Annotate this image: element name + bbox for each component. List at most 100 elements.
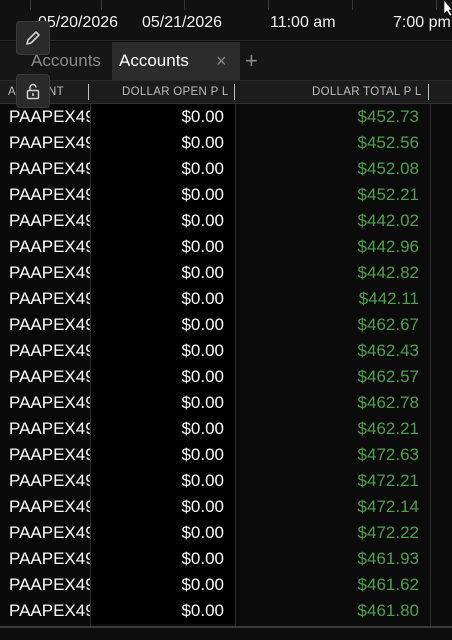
empty-cell <box>431 338 452 364</box>
dollar-open-pl-cell: $0.00 <box>91 520 235 546</box>
dollar-total-pl-cell: $472.22 <box>236 520 430 546</box>
table-row[interactable]: PAAPEX49 $0.00 $442.96 <box>0 234 452 260</box>
lock-toggle-button[interactable] <box>16 74 50 108</box>
table-row[interactable]: PAAPEX49 $0.00 $461.93 <box>0 546 452 572</box>
close-tab-icon[interactable]: × <box>216 42 227 80</box>
dollar-total-pl-cell: $442.82 <box>236 260 430 286</box>
dollar-total-pl-cell: $462.43 <box>236 338 430 364</box>
dollar-open-pl-cell: $0.00 <box>91 442 235 468</box>
account-cell: PAAPEX49 <box>0 312 90 338</box>
table-row[interactable]: PAAPEX49 $0.00 $442.82 <box>0 260 452 286</box>
timeline-date: 05/20/2026 <box>38 14 119 31</box>
empty-cell <box>431 520 452 546</box>
column-header-dollar-open-pl[interactable]: DOLLAR OPEN P L <box>122 81 229 103</box>
timeline-date-strip: 05/20/2026 05/21/2026 11:00 am 7:00 pm <box>0 0 452 41</box>
empty-cell <box>431 442 452 468</box>
account-cell: PAAPEX49 <box>0 442 90 468</box>
timeline-tick <box>184 0 185 10</box>
dollar-open-pl-cell: $0.00 <box>91 130 235 156</box>
table-row[interactable]: PAAPEX49 $0.00 $442.02 <box>0 208 452 234</box>
dollar-total-pl-cell: $442.11 <box>236 286 430 312</box>
account-cell: PAAPEX49 <box>0 260 90 286</box>
table-row[interactable]: PAAPEX49 $0.00 $452.73 <box>0 104 452 130</box>
dollar-total-pl-cell: $461.93 <box>236 546 430 572</box>
empty-cell <box>431 286 452 312</box>
table-row[interactable]: PAAPEX49 $0.00 $462.67 <box>0 312 452 338</box>
dollar-total-pl-cell: $461.80 <box>236 598 430 624</box>
dollar-open-pl-cell: $0.00 <box>91 390 235 416</box>
panel-bottom-border <box>0 626 452 628</box>
dollar-open-pl-cell: $0.00 <box>91 312 235 338</box>
dollar-total-pl-cell: $452.08 <box>236 156 430 182</box>
dollar-open-pl-cell: $0.00 <box>91 598 235 624</box>
dollar-total-pl-cell: $462.21 <box>236 416 430 442</box>
empty-cell <box>431 260 452 286</box>
table-row[interactable]: PAAPEX49 $0.00 $452.56 <box>0 130 452 156</box>
dollar-open-pl-cell: $0.00 <box>91 364 235 390</box>
timeline-tick <box>101 0 102 10</box>
dollar-open-pl-cell: $0.00 <box>91 156 235 182</box>
timeline-tick <box>268 0 269 10</box>
empty-cell <box>431 416 452 442</box>
dollar-total-pl-cell: $462.67 <box>236 312 430 338</box>
unlock-icon <box>26 83 40 100</box>
dollar-open-pl-cell: $0.00 <box>91 104 235 130</box>
dollar-open-pl-cell: $0.00 <box>91 338 235 364</box>
timeline-time: 7:00 pm <box>393 14 451 31</box>
dollar-open-pl-cell: $0.00 <box>91 494 235 520</box>
add-tab-button[interactable]: + <box>245 42 258 80</box>
mouse-cursor-icon <box>444 0 452 16</box>
dollar-open-pl-cell: $0.00 <box>91 546 235 572</box>
table-row[interactable]: PAAPEX49 $0.00 $462.57 <box>0 364 452 390</box>
timeline-date: 05/21/2026 <box>142 14 223 31</box>
account-cell: PAAPEX49 <box>0 546 90 572</box>
account-cell: PAAPEX49 <box>0 364 90 390</box>
table-row[interactable]: PAAPEX49 $0.00 $442.11 <box>0 286 452 312</box>
column-header-dollar-total-pl[interactable]: DOLLAR TOTAL P L <box>312 81 422 103</box>
empty-cell <box>431 390 452 416</box>
dollar-open-pl-cell: $0.00 <box>91 286 235 312</box>
dollar-open-pl-cell: $0.00 <box>91 182 235 208</box>
column-resize-handle[interactable] <box>428 84 429 100</box>
column-resize-handle[interactable] <box>234 84 235 100</box>
column-header-account[interactable]: A <box>8 81 16 103</box>
empty-cell <box>431 208 452 234</box>
table-row[interactable]: PAAPEX49 $0.00 $472.63 <box>0 442 452 468</box>
table-row[interactable]: PAAPEX49 $0.00 $461.62 <box>0 572 452 598</box>
column-resize-handle[interactable] <box>88 84 89 100</box>
dollar-open-pl-cell: $0.00 <box>91 208 235 234</box>
edit-button[interactable] <box>16 21 50 55</box>
account-cell: PAAPEX49 <box>0 156 90 182</box>
dollar-open-pl-cell: $0.00 <box>91 468 235 494</box>
dollar-open-pl-cell: $0.00 <box>91 260 235 286</box>
dollar-total-pl-cell: $462.57 <box>236 364 430 390</box>
tab-label: Accounts <box>119 51 189 70</box>
dollar-total-pl-cell: $472.14 <box>236 494 430 520</box>
table-row[interactable]: PAAPEX49 $0.00 $461.80 <box>0 598 452 624</box>
table-row[interactable]: PAAPEX49 $0.00 $462.21 <box>0 416 452 442</box>
empty-cell <box>431 104 452 130</box>
empty-cell <box>431 156 452 182</box>
table-row[interactable]: PAAPEX49 $0.00 $452.21 <box>0 182 452 208</box>
table-row[interactable]: PAAPEX49 $0.00 $472.14 <box>0 494 452 520</box>
empty-cell <box>431 494 452 520</box>
table-row[interactable]: PAAPEX49 $0.00 $462.78 <box>0 390 452 416</box>
account-cell: PAAPEX49 <box>0 468 90 494</box>
dollar-total-pl-cell: $452.56 <box>236 130 430 156</box>
table-header: A NT DOLLAR OPEN P L DOLLAR TOTAL P L <box>0 81 452 104</box>
dollar-total-pl-cell: $461.62 <box>236 572 430 598</box>
timeline-tick <box>30 0 31 10</box>
dollar-total-pl-cell: $472.63 <box>236 442 430 468</box>
column-header-account-tail[interactable]: NT <box>48 81 64 103</box>
table-body: PAAPEX49 $0.00 $452.73 PAAPEX49 $0.00 $452.56… <box>0 104 452 624</box>
empty-cell <box>431 312 452 338</box>
table-row[interactable]: PAAPEX49 $0.00 $472.21 <box>0 468 452 494</box>
timeline-time: 11:00 am <box>270 14 336 31</box>
table-row[interactable]: PAAPEX49 $0.00 $462.43 <box>0 338 452 364</box>
dollar-total-pl-cell: $472.21 <box>236 468 430 494</box>
account-cell: PAAPEX49 <box>0 416 90 442</box>
account-cell: PAAPEX49 <box>0 208 90 234</box>
account-cell: PAAPEX49 <box>0 286 90 312</box>
table-row[interactable]: PAAPEX49 $0.00 $452.08 <box>0 156 452 182</box>
table-row[interactable]: PAAPEX49 $0.00 $472.22 <box>0 520 452 546</box>
